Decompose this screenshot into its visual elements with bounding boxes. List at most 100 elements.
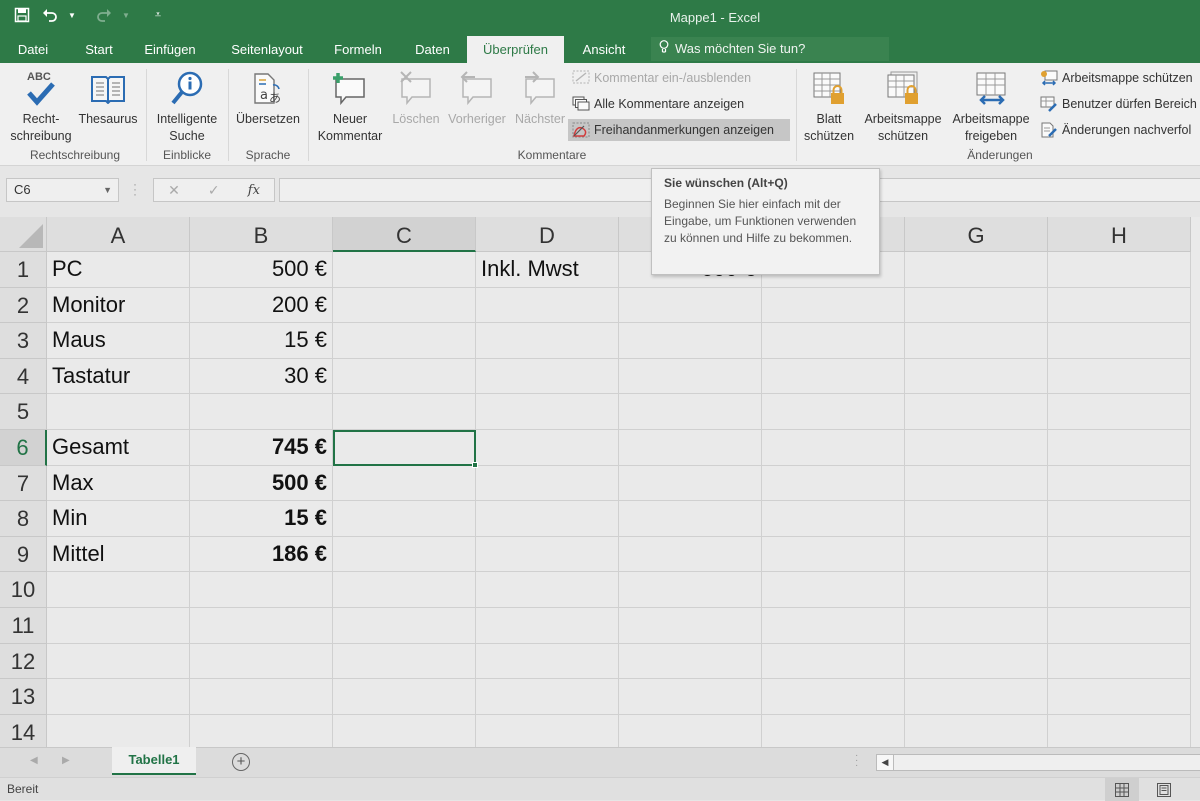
cell-a12[interactable] xyxy=(47,643,190,680)
cell-f4[interactable] xyxy=(762,358,905,395)
cell-b9[interactable]: 186 € xyxy=(190,536,333,573)
cell-e3[interactable] xyxy=(619,323,762,359)
tab-datei[interactable]: Datei xyxy=(8,36,58,63)
scroll-left-icon[interactable]: ◀ xyxy=(877,755,894,770)
cell-a10[interactable] xyxy=(47,572,190,608)
cell-a9[interactable]: Mittel xyxy=(47,536,190,573)
cell-f2[interactable] xyxy=(762,287,905,324)
row-header-1[interactable]: 1 xyxy=(0,252,47,288)
thesaurus-button[interactable]: Thesaurus xyxy=(76,67,140,128)
cell-g5[interactable] xyxy=(905,394,1048,430)
toggle-comment-button[interactable]: Kommentar ein-/ausblenden xyxy=(568,67,751,89)
row-header-9[interactable]: 9 xyxy=(0,536,47,573)
cell-g12[interactable] xyxy=(905,643,1048,680)
page-layout-view-button[interactable] xyxy=(1147,778,1181,801)
cell-h14[interactable] xyxy=(1048,714,1191,747)
row-header-2[interactable]: 2 xyxy=(0,287,47,324)
cell-e6[interactable] xyxy=(619,430,762,466)
cell-c8[interactable] xyxy=(333,501,476,537)
cell-g11[interactable] xyxy=(905,608,1048,644)
normal-view-button[interactable] xyxy=(1105,778,1139,801)
cell-c6[interactable] xyxy=(333,430,478,468)
cell-g4[interactable] xyxy=(905,358,1048,395)
cell-e12[interactable] xyxy=(619,643,762,680)
track-changes-button[interactable]: Änderungen nachverfol xyxy=(1036,119,1191,141)
cell-c13[interactable] xyxy=(333,679,476,715)
cell-e11[interactable] xyxy=(619,608,762,644)
cell-c9[interactable] xyxy=(333,536,476,573)
resize-handle[interactable]: · · · xyxy=(133,178,137,200)
cell-f9[interactable] xyxy=(762,536,905,573)
cell-e4[interactable] xyxy=(619,358,762,395)
cell-e7[interactable] xyxy=(619,465,762,502)
cell-f10[interactable] xyxy=(762,572,905,608)
cell-h13[interactable] xyxy=(1048,679,1191,715)
column-header-b[interactable]: B xyxy=(190,217,333,252)
show-all-comments-button[interactable]: Alle Kommentare anzeigen xyxy=(568,93,744,115)
cell-a3[interactable]: Maus xyxy=(47,323,190,359)
cell-b11[interactable] xyxy=(190,608,333,644)
cell-g8[interactable] xyxy=(905,501,1048,537)
cell-g14[interactable] xyxy=(905,714,1048,747)
cell-d10[interactable] xyxy=(476,572,619,608)
cell-a8[interactable]: Min xyxy=(47,501,190,537)
cell-g13[interactable] xyxy=(905,679,1048,715)
cell-f11[interactable] xyxy=(762,608,905,644)
cell-e2[interactable] xyxy=(619,287,762,324)
row-header-14[interactable]: 14 xyxy=(0,714,47,747)
row-header-5[interactable]: 5 xyxy=(0,394,47,430)
chevron-down-icon[interactable]: ▼ xyxy=(103,179,112,201)
cell-c2[interactable] xyxy=(333,287,476,324)
new-comment-button[interactable]: Neuer Kommentar xyxy=(312,67,388,145)
cell-c14[interactable] xyxy=(333,714,476,747)
cell-c5[interactable] xyxy=(333,394,476,430)
tab-ansicht[interactable]: Ansicht xyxy=(574,36,634,63)
sheet-tab-tabelle1[interactable]: Tabelle1 xyxy=(112,747,196,775)
cell-b13[interactable] xyxy=(190,679,333,715)
cell-h12[interactable] xyxy=(1048,643,1191,680)
column-header-h[interactable]: H xyxy=(1048,217,1191,252)
cell-g10[interactable] xyxy=(905,572,1048,608)
scroll-sheets-right-icon[interactable]: ▶ xyxy=(62,755,70,766)
column-header-g[interactable]: G xyxy=(905,217,1048,252)
cell-f8[interactable] xyxy=(762,501,905,537)
cell-d4[interactable] xyxy=(476,358,619,395)
smart-lookup-button[interactable]: Intelligente Suche xyxy=(150,67,224,145)
cell-e8[interactable] xyxy=(619,501,762,537)
cell-h6[interactable] xyxy=(1048,430,1191,466)
name-box[interactable]: C6 ▼ xyxy=(6,178,119,202)
cell-e10[interactable] xyxy=(619,572,762,608)
tell-me-search[interactable]: Was möchten Sie tun? xyxy=(651,37,889,61)
cell-h9[interactable] xyxy=(1048,536,1191,573)
cell-g9[interactable] xyxy=(905,536,1048,573)
protect-workbook-button[interactable]: Arbeitsmappe schützen xyxy=(859,67,947,145)
row-header-4[interactable]: 4 xyxy=(0,358,47,395)
cell-f7[interactable] xyxy=(762,465,905,502)
cell-f14[interactable] xyxy=(762,714,905,747)
enter-icon[interactable]: ✓ xyxy=(208,182,220,199)
column-header-d[interactable]: D xyxy=(476,217,619,252)
spelling-button[interactable]: ABC Recht- schreibung xyxy=(10,67,72,145)
add-sheet-icon[interactable]: + xyxy=(232,753,250,771)
cell-e13[interactable] xyxy=(619,679,762,715)
cell-b4[interactable]: 30 € xyxy=(190,358,333,395)
row-header-11[interactable]: 11 xyxy=(0,608,47,644)
cell-a5[interactable] xyxy=(47,394,190,430)
cell-g6[interactable] xyxy=(905,430,1048,466)
row-header-3[interactable]: 3 xyxy=(0,323,47,359)
cell-f12[interactable] xyxy=(762,643,905,680)
cell-a2[interactable]: Monitor xyxy=(47,287,190,324)
cell-d5[interactable] xyxy=(476,394,619,430)
cell-d6[interactable] xyxy=(476,430,619,466)
tab-einfuegen[interactable]: Einfügen xyxy=(136,36,204,63)
cell-a13[interactable] xyxy=(47,679,190,715)
cell-b12[interactable] xyxy=(190,643,333,680)
cell-h8[interactable] xyxy=(1048,501,1191,537)
cell-a14[interactable] xyxy=(47,714,190,747)
cell-a1[interactable]: PC xyxy=(47,252,190,288)
cell-c11[interactable] xyxy=(333,608,476,644)
cell-f5[interactable] xyxy=(762,394,905,430)
select-all-button[interactable] xyxy=(0,217,47,252)
delete-comment-button[interactable]: Löschen xyxy=(390,67,442,128)
cell-g2[interactable] xyxy=(905,287,1048,324)
